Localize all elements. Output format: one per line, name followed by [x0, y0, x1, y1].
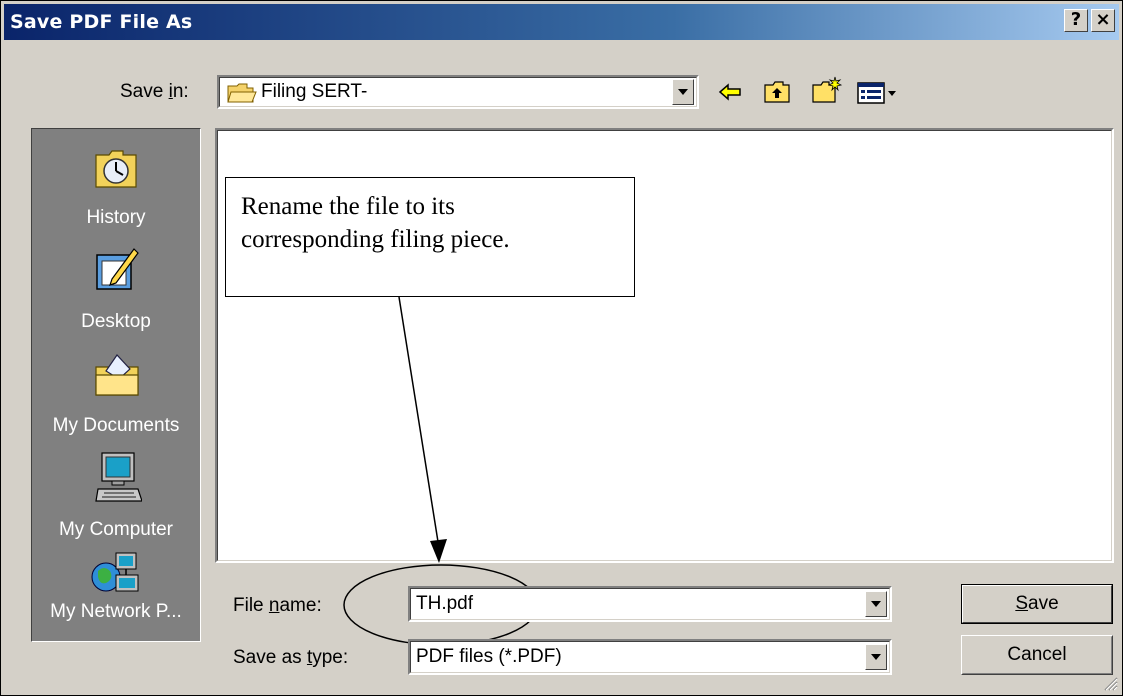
save-as-type-dropdown-button[interactable] [865, 644, 887, 670]
save-dialog: Save PDF File As ? × Save in: Filing SER… [0, 0, 1123, 696]
save-as-type-select[interactable]: PDF files (*.PDF) [408, 639, 892, 675]
save-as-type-label: Save as type: [233, 647, 349, 668]
cancel-button[interactable]: Cancel [961, 635, 1113, 675]
save-button[interactable]: Save [961, 584, 1113, 624]
resize-grip-icon[interactable] [1102, 675, 1118, 691]
file-name-input[interactable]: TH.pdf [408, 586, 892, 622]
save-as-type-value: PDF files (*.PDF) [416, 646, 562, 667]
file-name-dropdown-button[interactable] [865, 591, 887, 617]
file-name-value: TH.pdf [416, 593, 474, 614]
file-name-label: File name: [233, 595, 322, 616]
